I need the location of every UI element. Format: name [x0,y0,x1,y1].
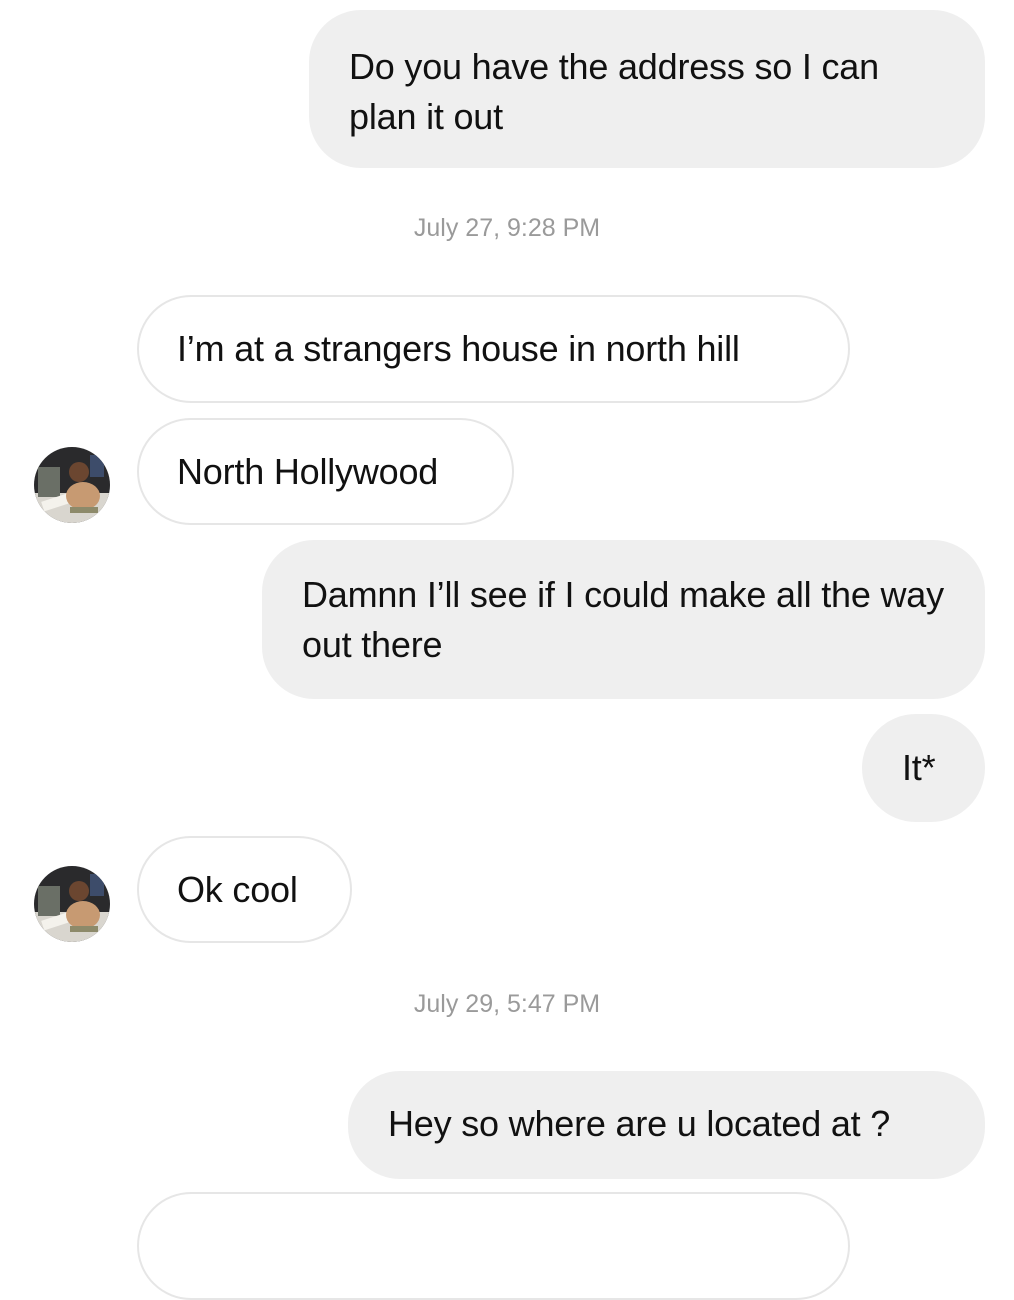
sender-avatar[interactable] [34,447,110,523]
profile-photo-icon [34,866,110,942]
conversation-timestamp: July 29, 5:47 PM [413,990,601,1018]
message-text: I’m at a strangers house in north hill [177,328,740,369]
message-text: It* [902,747,936,788]
message-text: Do you have the address so I can plan it… [349,46,879,137]
sender-avatar[interactable] [34,866,110,942]
message-text: North Hollywood [177,451,439,492]
received-message-bubble[interactable]: Ok cool [137,836,352,943]
sent-message-bubble[interactable]: It* [862,714,985,822]
message-text: Damnn I’ll see if I could make all the w… [302,574,944,665]
received-message-bubble-partial[interactable] [137,1192,850,1300]
sent-message-bubble[interactable]: Damnn I’ll see if I could make all the w… [262,540,985,699]
profile-photo-icon [34,447,110,523]
message-text: Ok cool [177,869,298,910]
sent-message-bubble[interactable]: Do you have the address so I can plan it… [309,10,985,168]
message-text: Hey so where are u located at ? [388,1103,891,1144]
conversation-timestamp: July 27, 9:28 PM [413,214,601,242]
received-message-bubble[interactable]: I’m at a strangers house in north hill [137,295,850,403]
received-message-bubble[interactable]: North Hollywood [137,418,514,525]
sent-message-bubble[interactable]: Hey so where are u located at ? [348,1071,985,1179]
